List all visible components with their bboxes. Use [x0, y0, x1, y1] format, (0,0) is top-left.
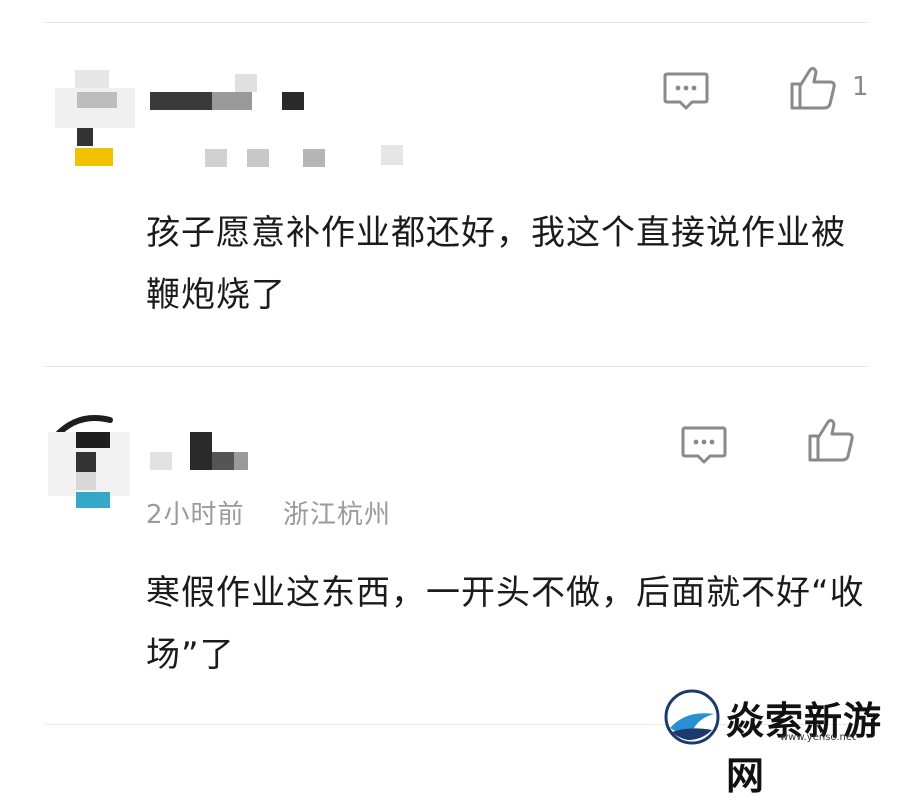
divider-top — [45, 22, 867, 23]
like-button[interactable] — [788, 64, 838, 112]
like-button[interactable] — [806, 416, 856, 464]
watermark: 焱索新游网 www.yenso.net — [662, 688, 907, 798]
comment-text: 孩子愿意补作业都还好，我这个直接说作业被鞭炮烧了 — [146, 213, 846, 315]
reply-button[interactable] — [680, 424, 728, 466]
username-pixelated[interactable] — [150, 432, 250, 472]
comment-bubble-icon — [681, 426, 727, 464]
avatar[interactable] — [55, 70, 135, 166]
thumbs-up-icon — [790, 66, 836, 110]
avatar[interactable] — [48, 410, 132, 510]
watermark-logo-icon — [664, 689, 720, 745]
meta-pixelated — [205, 145, 415, 167]
divider-middle — [45, 366, 867, 367]
thumbs-up-icon — [808, 418, 854, 462]
comment-location: 浙江杭州 — [283, 500, 392, 530]
watermark-brand: 焱索新游网 — [726, 698, 883, 798]
comment-time: 2小时前 — [146, 500, 245, 530]
watermark-url: www.yenso.net — [780, 732, 856, 743]
like-count: 1 — [852, 72, 869, 102]
comment-text: 寒假作业这东西，一开头不做，后面就不好“收场”了 — [146, 573, 865, 675]
reply-button[interactable] — [662, 70, 710, 112]
username-pixelated[interactable] — [150, 74, 310, 110]
comment-bubble-icon — [663, 72, 709, 110]
